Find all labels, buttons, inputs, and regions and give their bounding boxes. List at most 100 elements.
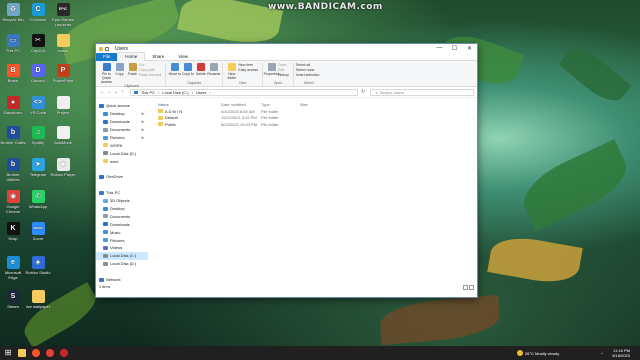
column-name[interactable]: Name xyxy=(154,102,221,107)
desktop-icon-brave[interactable]: B Brave xyxy=(0,64,26,83)
desktop-icon-powerpoint[interactable]: P PowerPoint xyxy=(50,64,76,83)
desktop-icon-bandicam[interactable]: ● Bandicam xyxy=(0,96,26,115)
forward-button[interactable]: → xyxy=(106,89,113,95)
desktop-icon-krisp[interactable]: K Krisp xyxy=(0,222,26,241)
breadcrumb-separator[interactable]: › xyxy=(192,90,193,95)
nav-item-this-pc[interactable]: This PC xyxy=(96,189,148,197)
pin-to-quick-access-button[interactable]: Pin to Quick access xyxy=(100,63,113,84)
column-size[interactable]: Size xyxy=(300,102,330,107)
maximize-button[interactable]: ☐ xyxy=(447,45,462,52)
nav-item-local-disk-d-[interactable]: Local Disk (D:) xyxy=(96,149,148,157)
column-date-modified[interactable]: Date modified xyxy=(221,102,261,107)
desktop-icon-whatsapp[interactable]: ✆ WhatsApp xyxy=(25,190,51,209)
desktop-icon-cursor[interactable]: cursor xyxy=(50,34,76,53)
desktop-icon-recycle-bin[interactable]: ♻ Recycle Bin xyxy=(0,3,26,22)
desktop-icon-spotify[interactable]: ♫ Spotify xyxy=(25,126,51,145)
desktop-icon-google-chrome[interactable]: ◉ Google Chrome xyxy=(0,190,26,214)
easy-access-button[interactable]: Easy access xyxy=(238,68,258,73)
tab-home[interactable]: Home xyxy=(117,52,146,61)
up-button[interactable]: ↑ xyxy=(119,89,126,95)
desktop-icon-vs-code[interactable]: <> VS Code xyxy=(25,96,51,115)
date-modified-cell: 11/22/2021 3:12 PM xyxy=(221,115,257,121)
desktop-icon-roblox-studio[interactable]: ◈ Roblox Studio xyxy=(25,256,51,275)
file-explorer-taskbar-icon[interactable] xyxy=(16,347,28,359)
delete-button[interactable]: Delete xyxy=(194,63,207,81)
nav-item-pictures[interactable]: Pictures xyxy=(96,236,148,244)
close-button[interactable]: ✕ xyxy=(462,45,477,52)
breadcrumb-separator[interactable]: › xyxy=(158,90,159,95)
new-folder-button[interactable]: New folder xyxy=(225,63,238,81)
desktop-icon-ankimonk[interactable]: AnkiMonk xyxy=(50,126,76,145)
nav-item-downloads[interactable]: Downloads ✱ xyxy=(96,118,148,126)
refresh-button[interactable]: ↻ xyxy=(360,89,367,96)
paste-shortcut-button[interactable]: Paste shortcut xyxy=(139,73,161,78)
desktop-icon-project[interactable]: Project xyxy=(50,96,76,115)
paste-button[interactable]: Paste xyxy=(126,63,139,84)
copy-button[interactable]: Copy xyxy=(113,63,126,84)
recent-locations-button[interactable]: ⌄ xyxy=(112,89,119,95)
select-group: Select all Select none Invert selection … xyxy=(294,63,324,86)
nav-item-work[interactable]: work xyxy=(96,157,148,165)
move-to-button[interactable]: Move to xyxy=(168,63,181,81)
nav-item-network[interactable]: Network xyxy=(96,276,148,284)
nav-item-music[interactable]: Music xyxy=(96,228,148,236)
nav-item-quick-access[interactable]: Quick access xyxy=(96,102,148,110)
desktop-icon-steam[interactable]: S Steam xyxy=(0,290,26,309)
breadcrumb-item[interactable]: Local Disk (C:) xyxy=(162,90,188,95)
desktop-icon-microsoft-edge[interactable]: e Microsoft Edge xyxy=(0,256,26,280)
chrome-taskbar-icon[interactable] xyxy=(44,347,56,359)
nav-item-desktop[interactable]: Desktop ✱ xyxy=(96,110,148,118)
desktop-icon-telegram[interactable]: ➤ Telegram xyxy=(25,158,51,177)
tab-view[interactable]: View xyxy=(171,53,195,61)
nav-item-videos[interactable]: Videos xyxy=(96,244,148,252)
table-row[interactable]: Public 8/23/2022 10:53 PM File folder xyxy=(154,121,477,128)
nav-item-work[interactable]: WORK xyxy=(96,141,148,149)
desktop-icon-ccleaner[interactable]: C CCleaner xyxy=(25,3,51,22)
invert-selection-button[interactable]: Invert selection xyxy=(296,73,320,78)
window-title: Users xyxy=(115,45,129,52)
search-input[interactable]: ⌕ Search Users xyxy=(370,88,475,96)
breadcrumb-item[interactable]: This PC xyxy=(141,90,155,95)
back-button[interactable]: ← xyxy=(99,89,106,95)
brave-taskbar-icon[interactable] xyxy=(30,347,42,359)
breadcrumb-separator[interactable]: › xyxy=(209,90,210,95)
nav-item-local-disk-c-[interactable]: Local Disk (C:) xyxy=(96,251,148,260)
quick-access-toolbar[interactable] xyxy=(105,46,109,51)
tab-file[interactable]: File xyxy=(96,52,118,61)
bandicam-taskbar-icon[interactable] xyxy=(58,347,70,359)
nav-item-pictures[interactable]: Pictures ✱ xyxy=(96,134,148,142)
large-icons-view-button[interactable] xyxy=(469,285,474,290)
history-button[interactable]: History xyxy=(278,73,289,78)
column-type[interactable]: Type xyxy=(261,102,300,107)
tray-caret-icon[interactable]: ^ xyxy=(601,351,606,356)
tab-share[interactable]: Share xyxy=(145,53,171,61)
nav-item-local-disk-d-[interactable]: Local Disk (D:) xyxy=(96,260,148,268)
weather-widget[interactable]: 26°C Mostly cloudy xyxy=(516,350,559,356)
breadcrumb-item[interactable]: Users xyxy=(196,90,206,95)
nav-item-onedrive[interactable]: OneDrive xyxy=(96,173,148,181)
desktop-icon-live-wallpaper[interactable]: live wallpaper xyxy=(25,290,51,309)
nav-item-desktop[interactable]: Desktop xyxy=(96,205,148,213)
desktop-icon-capcut[interactable]: ✂ CapCut xyxy=(25,34,51,53)
properties-button[interactable]: Properties xyxy=(264,63,280,81)
copy-to-button[interactable]: Copy to xyxy=(181,63,194,81)
address-bar[interactable]: This PC › Local Disk (C:) › Users › xyxy=(129,88,358,96)
desktop-icon-brother-utilities[interactable]: b Brother Utilities xyxy=(0,158,26,182)
desktop-icon-epic-games-launcher[interactable]: EPIC Epic Games Launcher xyxy=(50,3,76,27)
ribbon-tabs: File Home Share View xyxy=(96,52,477,61)
desktop-icon-this-pc[interactable]: ▭ This PC xyxy=(0,34,26,53)
nav-item-downloads[interactable]: Downloads xyxy=(96,220,148,228)
nav-item-3d-objects[interactable]: 3D Objects xyxy=(96,197,148,205)
minimize-button[interactable]: — xyxy=(432,45,447,52)
start-button[interactable]: ⊞ xyxy=(2,347,14,359)
desktop-icon-discord[interactable]: D Discord xyxy=(25,64,51,83)
rename-button[interactable]: Rename xyxy=(207,63,221,81)
desktop-icon-roblox-player[interactable]: ◆ Roblox Player xyxy=(50,158,76,177)
details-view-button[interactable] xyxy=(463,285,468,290)
nav-item-icon xyxy=(103,214,108,219)
desktop-icon-brother-crafts[interactable]: b Brother Crafts xyxy=(0,126,26,145)
nav-item-documents[interactable]: Documents ✱ xyxy=(96,126,148,134)
nav-item-documents[interactable]: Documents xyxy=(96,212,148,220)
desktop-icon-zoom[interactable]: zoom Zoom xyxy=(25,222,51,241)
clock[interactable]: 11:16 PM 5/18/2023 xyxy=(612,348,630,358)
